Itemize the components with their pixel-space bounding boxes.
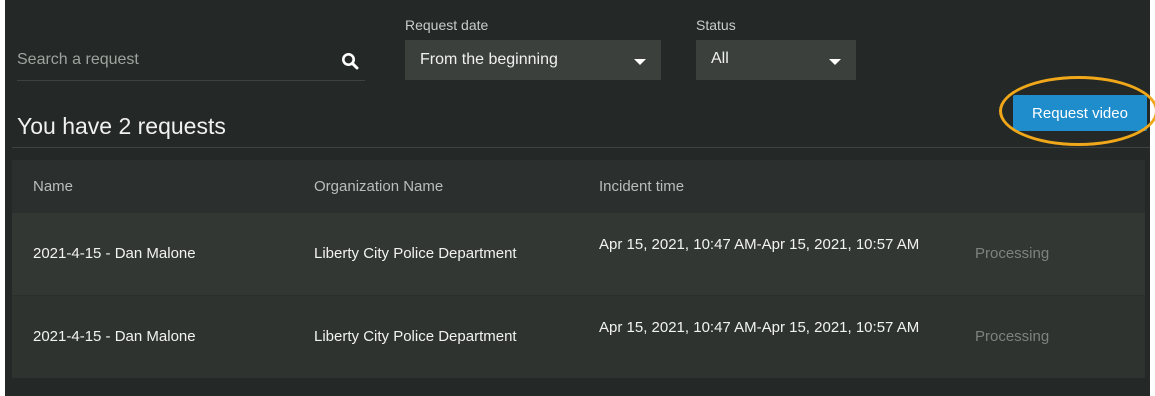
search-input[interactable] xyxy=(17,40,317,80)
column-header-name[interactable]: Name xyxy=(33,178,73,195)
request-video-button[interactable]: Request video xyxy=(1013,95,1147,131)
organization-name: Liberty City Police Department xyxy=(314,328,517,345)
column-header-incident-time[interactable]: Incident time xyxy=(599,178,684,195)
status-value: All xyxy=(711,50,729,67)
request-name: 2021-4-15 - Dan Malone xyxy=(33,245,196,262)
status-badge: Processing xyxy=(975,328,1050,345)
requests-page: Request date From the beginning Status A… xyxy=(5,0,1155,396)
page-title: You have 2 requests xyxy=(17,113,226,139)
search-box xyxy=(17,40,365,81)
divider xyxy=(12,147,1150,148)
requests-table: Name Organization Name Incident time 202… xyxy=(12,160,1145,378)
status-select[interactable]: All xyxy=(696,40,856,80)
status-badge: Processing xyxy=(975,245,1050,262)
request-date-select[interactable]: From the beginning xyxy=(405,40,661,80)
status-label: Status xyxy=(696,17,736,33)
column-header-organization[interactable]: Organization Name xyxy=(314,178,443,195)
organization-name: Liberty City Police Department xyxy=(314,245,517,262)
search-icon[interactable] xyxy=(341,52,359,70)
request-name: 2021-4-15 - Dan Malone xyxy=(33,328,196,345)
chevron-down-icon xyxy=(634,59,646,65)
table-header: Name Organization Name Incident time xyxy=(12,160,1145,212)
table-row[interactable]: 2021-4-15 - Dan Malone Liberty City Poli… xyxy=(12,295,1145,378)
chevron-down-icon xyxy=(829,59,841,65)
incident-time: Apr 15, 2021, 10:47 AM-Apr 15, 2021, 10:… xyxy=(599,236,920,253)
incident-time: Apr 15, 2021, 10:47 AM-Apr 15, 2021, 10:… xyxy=(599,319,920,336)
table-row[interactable]: 2021-4-15 - Dan Malone Liberty City Poli… xyxy=(12,212,1145,295)
request-date-value: From the beginning xyxy=(420,51,558,68)
request-date-label: Request date xyxy=(405,17,489,33)
